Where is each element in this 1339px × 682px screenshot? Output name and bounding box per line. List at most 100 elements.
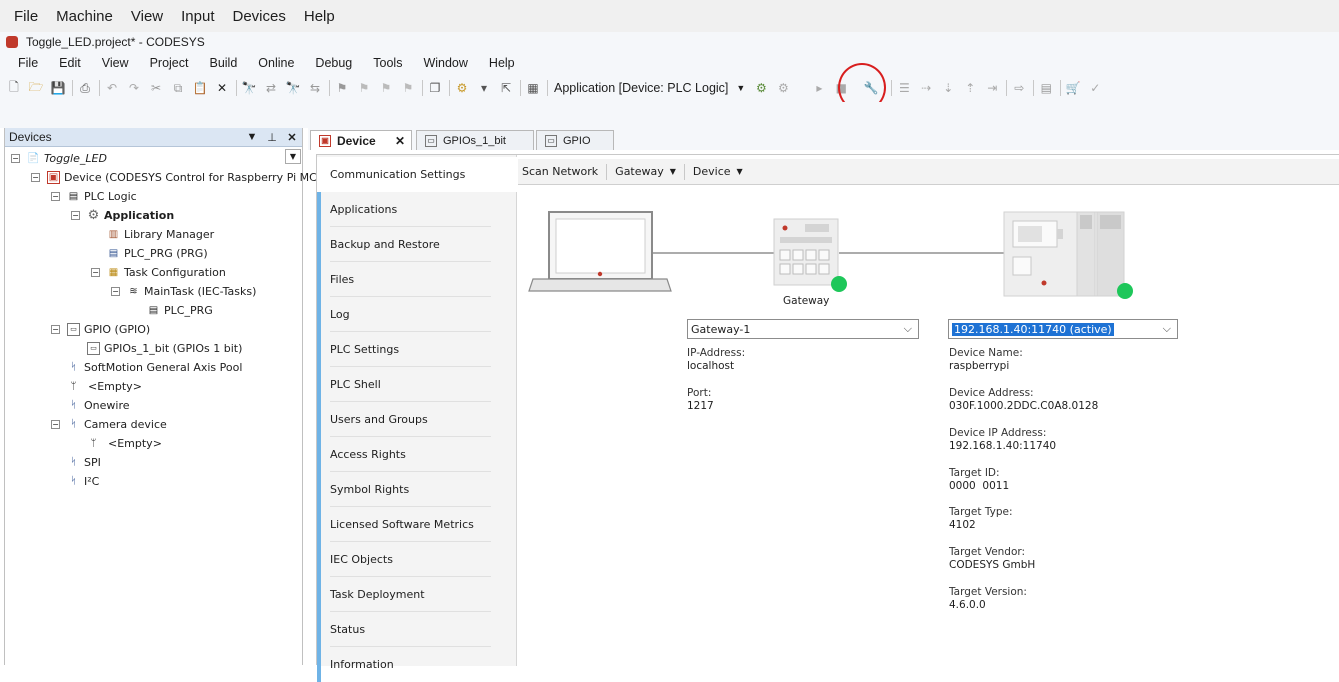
next-bookmark-icon[interactable]: ⚑	[356, 80, 372, 96]
gateway-select[interactable]: Gateway-1 ⌵	[687, 319, 919, 339]
tree-item-softmotion-axis-pool[interactable]: ᛋ SoftMotion General Axis Pool	[67, 358, 243, 376]
logout-icon[interactable]: ⚙	[775, 80, 791, 96]
close-icon[interactable]: ✕	[282, 131, 302, 144]
tree-item-camera-device[interactable]: ᛋ Camera device	[67, 415, 167, 433]
add-object-icon[interactable]: ⚙	[454, 80, 470, 96]
tree-item-maintask[interactable]: ≋ MainTask (IEC-Tasks)	[127, 282, 256, 300]
tree-item-project[interactable]: 📄 Toggle_LED	[27, 149, 107, 167]
tree-item-onewire[interactable]: ᛋ Onewire	[67, 396, 130, 414]
clear-bookmarks-icon[interactable]: ⚑	[400, 80, 416, 96]
device-menu-button[interactable]: Device ▼	[693, 165, 743, 178]
compile-icon[interactable]: ▦	[525, 80, 541, 96]
nav-licensed-software-metrics[interactable]: Licensed Software Metrics	[317, 507, 517, 542]
nav-iec-objects[interactable]: IEC Objects	[317, 542, 517, 577]
pin-icon[interactable]: ⊥	[262, 131, 282, 144]
vm-menu-machine[interactable]: Machine	[56, 8, 113, 25]
check-icon[interactable]: ✓	[1087, 80, 1103, 96]
menu-edit[interactable]: Edit	[59, 56, 81, 70]
menu-view[interactable]: View	[102, 56, 129, 70]
tree-item-empty-slot[interactable]: ᛘ <Empty>	[87, 434, 162, 452]
nav-files[interactable]: Files	[317, 262, 517, 297]
vm-menu-view[interactable]: View	[131, 8, 163, 25]
start-icon[interactable]: ▸	[811, 80, 827, 96]
nav-backup-and-restore[interactable]: Backup and Restore	[317, 227, 517, 262]
vm-menu-help[interactable]: Help	[304, 8, 335, 25]
menu-tools[interactable]: Tools	[373, 56, 402, 70]
nav-task-deployment[interactable]: Task Deployment	[317, 577, 517, 612]
login-icon[interactable]: ⚙	[753, 80, 769, 96]
save-icon[interactable]: 💾	[50, 80, 66, 96]
tree-item-gpio[interactable]: ▭ GPIO (GPIO)	[67, 320, 150, 338]
delete-icon[interactable]: ✕	[214, 80, 230, 96]
tree-item-plc-prg-call[interactable]: ▤ PLC_PRG	[147, 301, 213, 319]
tree-item-spi[interactable]: ᛋ SPI	[67, 453, 101, 471]
tree-item-device[interactable]: ▣ Device (CODESYS Control for Raspberry …	[47, 168, 333, 186]
nav-status[interactable]: Status	[317, 612, 517, 647]
menu-window[interactable]: Window	[423, 56, 467, 70]
tree-dropdown-chevron-icon[interactable]: ▼	[285, 149, 301, 164]
menu-project[interactable]: Project	[150, 56, 189, 70]
copy-icon[interactable]: ⧉	[170, 80, 186, 96]
device-select[interactable]: 192.168.1.40:11740 (active) ⌵	[948, 319, 1178, 339]
step-out-icon[interactable]: ⇡	[962, 80, 978, 96]
nav-access-rights[interactable]: Access Rights	[317, 437, 517, 472]
nav-users-and-groups[interactable]: Users and Groups	[317, 402, 517, 437]
export-icon[interactable]: ⇱	[498, 80, 514, 96]
window-icon[interactable]: ❐	[427, 80, 443, 96]
tree-item-application[interactable]: ⚙ Application	[87, 206, 175, 224]
menu-file[interactable]: File	[18, 56, 38, 70]
cut-icon[interactable]: ✂	[148, 80, 164, 96]
find-replace-icon[interactable]: ⇄	[263, 80, 279, 96]
tree-item-plc-logic[interactable]: ▤ PLC Logic	[67, 187, 137, 205]
nav-symbol-rights[interactable]: Symbol Rights	[317, 472, 517, 507]
open-project-icon[interactable]: 🗁	[28, 80, 44, 96]
menu-build[interactable]: Build	[209, 56, 237, 70]
undo-icon[interactable]: ↶	[104, 80, 120, 96]
collapse-toggle[interactable]: −	[51, 420, 60, 429]
nav-communication-settings[interactable]: Communication Settings	[317, 157, 518, 192]
print-icon[interactable]: ⎙	[77, 80, 93, 96]
tab-device[interactable]: ▣ Device ✕	[310, 130, 412, 150]
tree-item-empty-slot[interactable]: ᛘ <Empty>	[67, 377, 142, 395]
tree-item-gpios-1-bit[interactable]: ▭ GPIOs_1_bit (GPIOs 1 bit)	[87, 339, 242, 357]
collapse-toggle[interactable]: −	[51, 192, 60, 201]
toggle-breakpoint-icon[interactable]: ☰	[896, 80, 912, 96]
collapse-toggle[interactable]: −	[11, 154, 20, 163]
step-into-icon[interactable]: ⇣	[940, 80, 956, 96]
vm-menu-devices[interactable]: Devices	[233, 8, 286, 25]
collapse-toggle[interactable]: −	[31, 173, 40, 182]
vm-menu-file[interactable]: File	[14, 8, 38, 25]
redo-icon[interactable]: ↷	[126, 80, 142, 96]
tree-item-plc-prg[interactable]: ▤ PLC_PRG (PRG)	[107, 244, 208, 262]
step-over-icon[interactable]: ⇢	[918, 80, 934, 96]
menu-help[interactable]: Help	[489, 56, 515, 70]
replace-icon[interactable]: ⇆	[307, 80, 323, 96]
new-project-icon[interactable]: 🗋	[6, 80, 22, 96]
gateway-menu-button[interactable]: Gateway ▼	[615, 165, 676, 178]
vm-menu-input[interactable]: Input	[181, 8, 214, 25]
bookmark-icon[interactable]: ⚑	[334, 80, 350, 96]
find-icon[interactable]: 🔭	[241, 80, 257, 96]
tree-item-i2c[interactable]: ᛋ I²C	[67, 472, 100, 490]
scan-network-button[interactable]: Scan Network	[522, 165, 598, 178]
collapse-toggle[interactable]: −	[111, 287, 120, 296]
collapse-toggle[interactable]: −	[71, 211, 80, 220]
collapse-toggle[interactable]: −	[91, 268, 100, 277]
active-application-selector[interactable]: Application [Device: PLC Logic] ▼	[554, 81, 745, 95]
tree-item-library-manager[interactable]: ▥ Library Manager	[107, 225, 214, 243]
write-values-icon[interactable]: ⇨	[1011, 80, 1027, 96]
tab-gpio[interactable]: ▭ GPIO	[536, 130, 614, 150]
nav-log[interactable]: Log	[317, 297, 517, 332]
run-to-cursor-icon[interactable]: ⇥	[984, 80, 1000, 96]
tree-item-task-configuration[interactable]: ▦ Task Configuration	[107, 263, 226, 281]
prev-bookmark-icon[interactable]: ⚑	[378, 80, 394, 96]
pane-menu-chevron-icon[interactable]: ▼	[242, 131, 262, 143]
close-tab-icon[interactable]: ✕	[395, 134, 405, 148]
properties-icon[interactable]: ▾	[476, 80, 492, 96]
nav-plc-shell[interactable]: PLC Shell	[317, 367, 517, 402]
tab-gpios-1-bit[interactable]: ▭ GPIOs_1_bit	[416, 130, 534, 150]
find-in-project-icon[interactable]: 🔭	[285, 80, 301, 96]
paste-icon[interactable]: 📋	[192, 80, 208, 96]
nav-applications[interactable]: Applications	[317, 192, 517, 227]
collapse-toggle[interactable]: −	[51, 325, 60, 334]
